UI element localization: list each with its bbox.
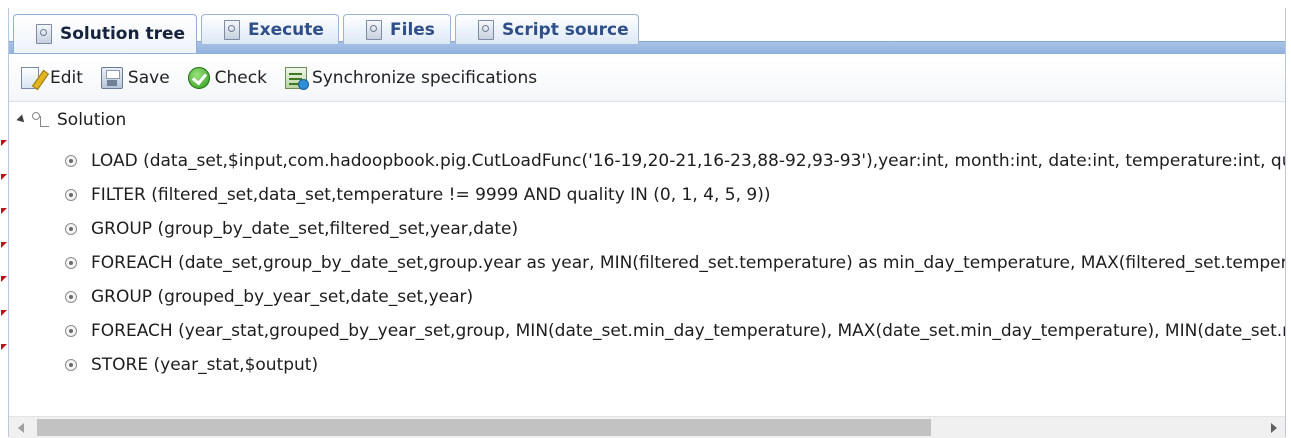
edit-button[interactable]: Edit [15, 63, 89, 93]
synchronize-icon [284, 66, 309, 90]
tree-root-solution[interactable]: Solution [16, 107, 127, 133]
tree-root-label: Solution [57, 110, 127, 130]
tab-script-source[interactable]: Script source [455, 14, 639, 44]
solution-panel: Solution tree Execute Files Script sourc… [1, 8, 1286, 438]
edit-icon [21, 66, 39, 89]
document-icon [36, 24, 52, 44]
tree-node-label: LOAD (data_set,$input,com.hadoopbook.pig… [91, 151, 1285, 171]
tab-strip: Solution tree Execute Files Script sourc… [9, 8, 1285, 55]
radio-node-icon [65, 189, 77, 201]
scroll-right-arrow-icon[interactable] [1271, 423, 1277, 433]
radio-node-icon [65, 155, 77, 167]
tree-node-group-by-date[interactable]: GROUP (group_by_date_set,filtered_set,ye… [65, 216, 518, 242]
scrollbar-thumb[interactable] [37, 419, 931, 436]
tab-files[interactable]: Files [343, 14, 451, 44]
error-marker [1, 276, 7, 282]
tree-node-label: GROUP (grouped_by_year_set,date_set,year… [91, 287, 474, 307]
synchronize-label: Synchronize specifications [311, 67, 538, 88]
radio-node-icon [65, 359, 77, 371]
horizontal-scrollbar[interactable] [9, 416, 1285, 438]
tab-solution-tree[interactable]: Solution tree [13, 14, 197, 53]
tree-node-load[interactable]: LOAD (data_set,$input,com.hadoopbook.pig… [65, 148, 1285, 174]
toolbar: Edit Save Check Synchronize specificatio… [9, 54, 1285, 102]
radio-node-icon [65, 223, 77, 235]
tree-node-filter[interactable]: FILTER (filtered_set,data_set,temperatur… [65, 182, 771, 208]
solution-tree: Solution LOAD (data_set,$input,com.hadoo… [9, 103, 1285, 416]
synchronize-specifications-button[interactable]: Synchronize specifications [279, 63, 543, 93]
error-marker [1, 208, 7, 214]
error-marker [1, 344, 7, 350]
error-marker [1, 310, 7, 316]
tree-node-foreach-year[interactable]: FOREACH (year_stat,grouped_by_year_set,g… [65, 318, 1285, 344]
save-label: Save [127, 67, 170, 88]
tree-node-label: STORE (year_stat,$output) [91, 355, 319, 375]
document-icon [478, 19, 494, 40]
radio-node-icon [65, 291, 77, 303]
tree-node-group-by-year[interactable]: GROUP (grouped_by_year_set,date_set,year… [65, 284, 473, 310]
tree-node-label: FOREACH (year_stat,grouped_by_year_set,g… [91, 321, 1285, 341]
check-label: Check [214, 67, 267, 88]
document-icon [224, 19, 240, 40]
tree-node-label: GROUP (group_by_date_set,filtered_set,ye… [91, 219, 519, 239]
tab-label: Solution tree [60, 24, 186, 44]
check-icon [187, 66, 210, 89]
save-icon [100, 66, 123, 89]
error-marker [1, 242, 7, 248]
tree-node-store[interactable]: STORE (year_stat,$output) [65, 352, 318, 378]
tree-node-label: FILTER (filtered_set,data_set,temperatur… [91, 185, 771, 205]
edit-label: Edit [50, 67, 83, 88]
scroll-left-arrow-icon[interactable] [18, 423, 24, 433]
tree-icon [31, 110, 51, 130]
collapse-arrow-icon[interactable] [16, 113, 28, 125]
error-marker [1, 174, 7, 180]
radio-node-icon [65, 257, 77, 269]
tree-node-label: FOREACH (date_set,group_by_date_set,grou… [91, 253, 1285, 273]
tab-label: Execute [248, 19, 324, 40]
error-marker [1, 140, 7, 146]
tab-execute[interactable]: Execute [201, 14, 339, 44]
tree-node-foreach-date[interactable]: FOREACH (date_set,group_by_date_set,grou… [65, 250, 1285, 276]
radio-node-icon [65, 325, 77, 337]
tab-label: Files [390, 19, 435, 40]
check-button[interactable]: Check [182, 63, 273, 93]
document-icon [366, 19, 382, 40]
tab-label: Script source [502, 19, 629, 40]
save-button[interactable]: Save [95, 63, 176, 93]
